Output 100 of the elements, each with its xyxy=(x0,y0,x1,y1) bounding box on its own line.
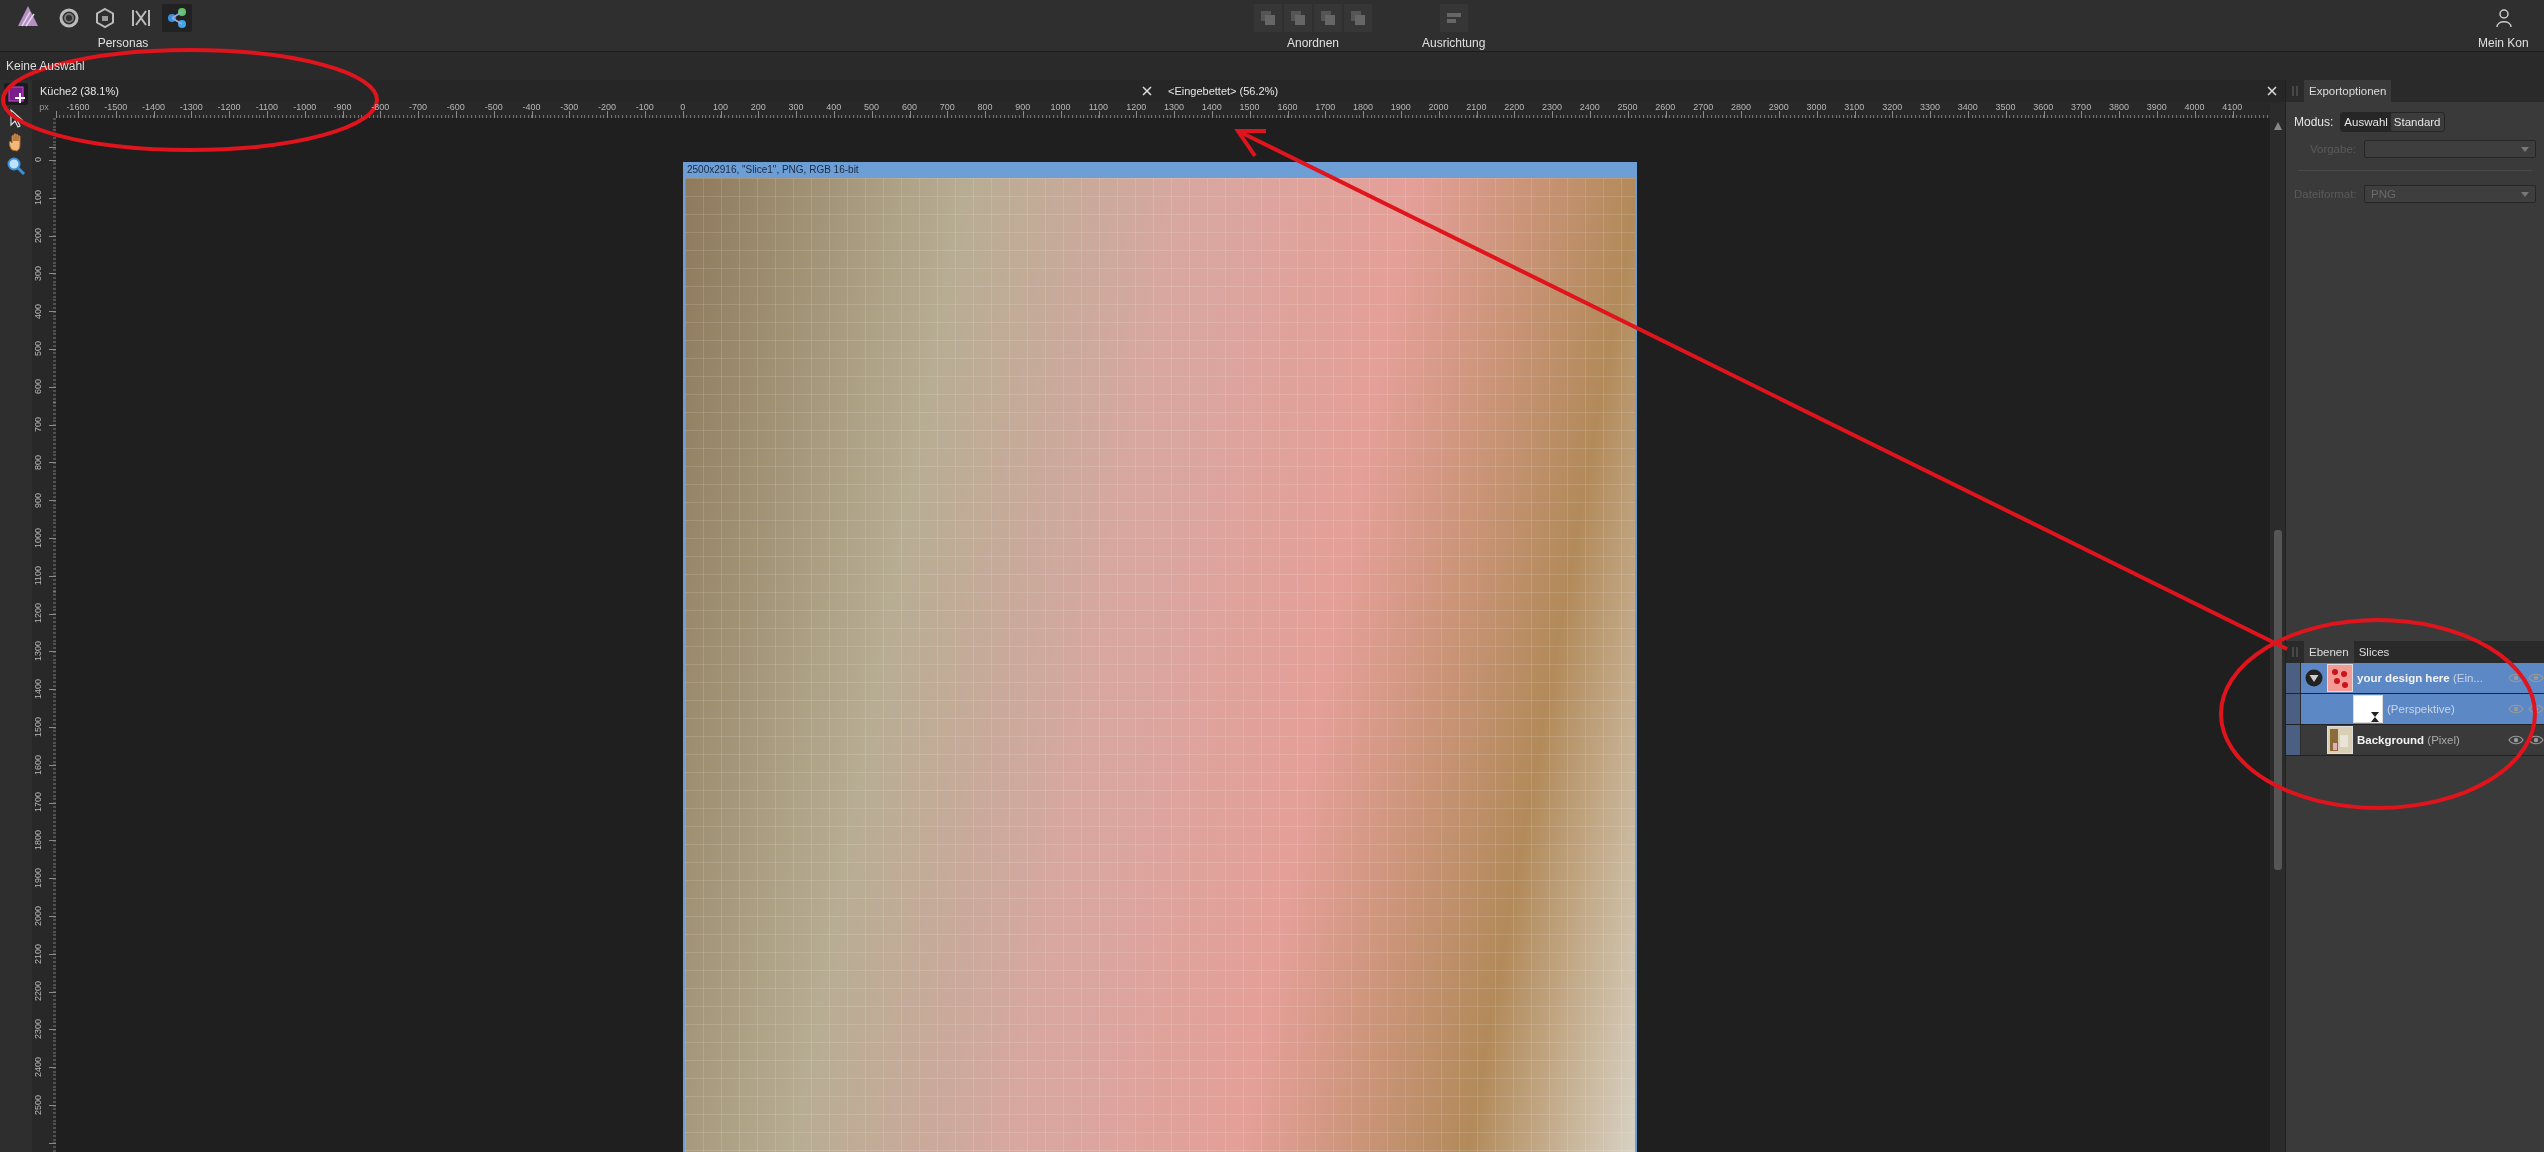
ruler-label: 1500 xyxy=(1239,102,1260,114)
document-tab[interactable]: <Eingebettet> (56.2%) xyxy=(1160,80,2285,102)
arrange-button[interactable] xyxy=(1254,4,1282,32)
ruler-label: 2800 xyxy=(1730,102,1751,114)
panel-tab[interactable]: Exportoptionen xyxy=(2304,80,2392,102)
ruler-label: 2700 xyxy=(1693,102,1714,114)
grip-icon[interactable] xyxy=(2292,86,2298,96)
ruler-label: 900 xyxy=(33,492,43,508)
ruler-label: -700 xyxy=(409,102,428,114)
ruler-unit: px xyxy=(39,102,49,112)
ruler-label: 1400 xyxy=(1201,102,1222,114)
personas-label: Personas xyxy=(97,36,149,50)
dropdown-field[interactable] xyxy=(2364,140,2536,158)
slice-icon xyxy=(6,84,26,104)
scroll-up-icon[interactable] xyxy=(2273,122,2282,130)
layer-thumbnail xyxy=(2327,726,2353,754)
arrange-button[interactable] xyxy=(1314,4,1342,32)
ruler-label: 800 xyxy=(33,454,43,470)
arrange-label: Anordnen xyxy=(1286,36,1339,50)
ruler-label: 4100 xyxy=(2222,102,2243,114)
ruler-label: 2000 xyxy=(1428,102,1449,114)
ruler-label: 600 xyxy=(901,102,917,114)
arrange-button[interactable] xyxy=(1284,4,1312,32)
ruler-label: 1100 xyxy=(33,566,43,586)
layer-thumbnail xyxy=(2327,664,2353,692)
ruler-label: 3300 xyxy=(1919,102,1940,114)
expand-icon[interactable] xyxy=(2305,669,2323,687)
ruler-label: -300 xyxy=(560,102,579,114)
ruler-label: -1300 xyxy=(179,102,203,114)
close-icon[interactable] xyxy=(2267,86,2277,96)
document-title[interactable]: Küche2 (38.1%) xyxy=(40,85,119,97)
zoom-icon xyxy=(6,156,26,176)
ruler-label: 1900 xyxy=(33,868,43,889)
close-icon[interactable] xyxy=(1142,86,1152,96)
account-label[interactable]: Mein Kon xyxy=(2478,36,2529,50)
ruler-label: 3600 xyxy=(2033,102,2054,114)
mode-label: Modus: xyxy=(2294,115,2334,129)
squares-icon xyxy=(1258,8,1278,28)
document-tab[interactable]: Küche2 (38.1%) xyxy=(32,80,1160,102)
layer-row[interactable]: Background (Pixel) xyxy=(2286,725,2544,756)
app-logo-icon xyxy=(16,4,40,28)
ruler-label: 600 xyxy=(33,379,43,395)
ruler-label: -1000 xyxy=(293,102,317,114)
ruler-label: 500 xyxy=(33,341,43,357)
ruler-label: 700 xyxy=(939,102,955,114)
ruler-label: 2300 xyxy=(1541,102,1562,114)
ruler-label: 2600 xyxy=(1655,102,1676,114)
ruler-label: 3100 xyxy=(1844,102,1865,114)
ruler-label: 2300 xyxy=(33,1019,43,1040)
ruler-label: 1300 xyxy=(33,641,43,662)
ruler-label: 1200 xyxy=(1126,102,1147,114)
persona-button[interactable] xyxy=(162,4,192,32)
ruler-label: 2000 xyxy=(33,905,43,926)
ring-icon xyxy=(58,7,80,29)
ruler-label: 3500 xyxy=(1995,102,2016,114)
ruler-label: -1200 xyxy=(217,102,241,114)
panel-tab[interactable]: Slices xyxy=(2353,641,2395,663)
ruler-label: 2400 xyxy=(33,1057,43,1078)
mode-option[interactable]: Auswahl xyxy=(2341,113,2391,131)
scrollbar-thumb[interactable] xyxy=(2273,530,2282,870)
layer-name: Background (Pixel) xyxy=(2357,734,2460,746)
ruler-label: 1000 xyxy=(33,527,43,548)
mode-option[interactable]: Standard xyxy=(2390,113,2444,131)
ruler-label: 1800 xyxy=(1352,102,1373,114)
share-icon xyxy=(166,7,188,29)
align-button[interactable] xyxy=(1439,4,1468,32)
arrange-button[interactable] xyxy=(1344,4,1372,32)
caret-icon xyxy=(2521,191,2529,197)
ruler-label: 2900 xyxy=(1768,102,1789,114)
ruler-label: 3700 xyxy=(2071,102,2092,114)
user-icon[interactable] xyxy=(2494,8,2514,28)
ruler-label: -200 xyxy=(598,102,617,114)
ruler-label: -1400 xyxy=(141,102,165,114)
ruler-label: -1100 xyxy=(255,102,279,114)
ruler-label: 800 xyxy=(977,102,993,114)
ruler-label: 1100 xyxy=(1088,102,1109,114)
ruler-label: 1700 xyxy=(33,792,43,813)
eye-icon[interactable] xyxy=(2508,734,2524,746)
ruler-label: 1800 xyxy=(33,830,43,851)
document-title[interactable]: <Eingebettet> (56.2%) xyxy=(1168,85,1279,97)
ruler-label: 3000 xyxy=(1806,102,1827,114)
ruler-label: 2500 xyxy=(1617,102,1638,114)
ruler-label: 2500 xyxy=(33,1094,43,1115)
ruler-label: 400 xyxy=(33,303,43,319)
ruler-label: 1200 xyxy=(33,603,43,624)
ruler-label: -500 xyxy=(484,102,503,114)
ruler-label: 0 xyxy=(680,102,686,114)
ruler-label: -600 xyxy=(446,102,465,114)
eye-icon[interactable] xyxy=(2528,734,2544,746)
align-label: Ausrichtung xyxy=(1422,36,1486,50)
ruler-label: 100 xyxy=(33,190,43,206)
ruler-label: -400 xyxy=(522,102,541,114)
grip-icon[interactable] xyxy=(2292,647,2298,657)
ruler-label: -1600 xyxy=(66,102,90,114)
layer-thumbnail xyxy=(2353,695,2383,723)
ruler-label: 300 xyxy=(788,102,804,114)
ruler-label: 100 xyxy=(712,102,728,114)
ruler-label: -100 xyxy=(635,102,654,114)
ruler-label: 2400 xyxy=(1579,102,1600,114)
panel-tab[interactable]: Ebenen xyxy=(2304,641,2354,663)
